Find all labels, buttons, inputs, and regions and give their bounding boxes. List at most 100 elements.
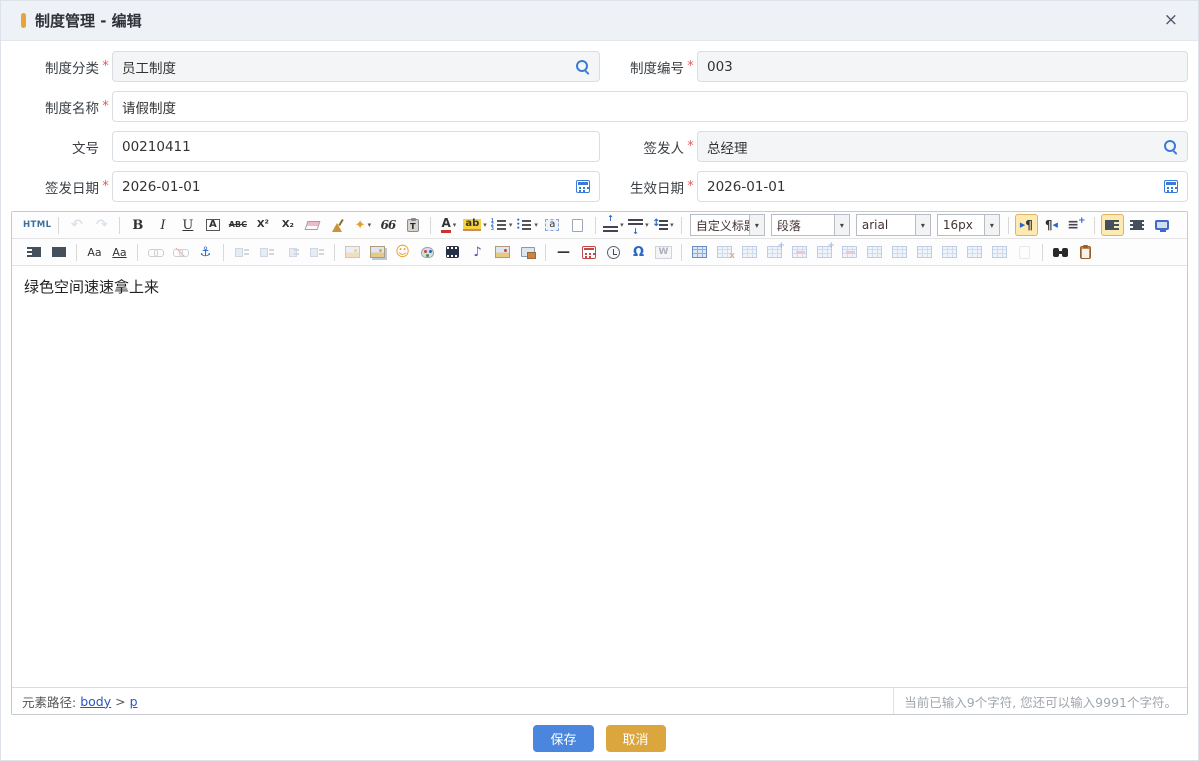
toolbar-separator	[681, 217, 682, 234]
effective-date-input[interactable]	[707, 179, 1158, 195]
save-button[interactable]: 保存	[533, 725, 593, 752]
toolbar-bold-button[interactable]: B	[126, 214, 149, 236]
toolbar-separator	[1008, 217, 1009, 234]
path-link-p[interactable]: p	[130, 694, 138, 709]
insert-time-icon	[607, 246, 620, 259]
toolbar-align-left-button[interactable]	[1101, 214, 1124, 236]
toolbar-insert-flash-button[interactable]	[491, 241, 514, 263]
toolbar-ordered-list-button[interactable]: ▾	[490, 214, 514, 236]
toolbar-align-center-button[interactable]	[1126, 214, 1149, 236]
calendar-icon[interactable]	[576, 180, 590, 193]
category-input[interactable]	[122, 59, 569, 75]
toolbar-special-char-button[interactable]: Ω	[627, 241, 650, 263]
toolbar-strikethrough-button[interactable]: ABC	[226, 214, 249, 236]
toolbar-remove-format-button[interactable]	[301, 214, 324, 236]
issuer-input[interactable]	[707, 139, 1157, 155]
special-char-icon: Ω	[633, 246, 644, 259]
toolbar-emoticons-button[interactable]: ☺	[391, 241, 414, 263]
toolbar-indent-button[interactable]	[1065, 214, 1088, 236]
toolbar-unordered-list-button[interactable]: ▾	[515, 214, 539, 236]
toolbar-cell-properties-button	[738, 241, 761, 263]
dialog-header: 制度管理 - 编辑 ×	[1, 1, 1198, 41]
toolbar-multi-image-button[interactable]	[366, 241, 389, 263]
toolbar-remote-media-button[interactable]	[516, 241, 539, 263]
toolbar-blockquote-button[interactable]: 66	[376, 214, 399, 236]
doc-no-input[interactable]	[122, 139, 590, 155]
toolbar-highlight-color-button[interactable]: ab▾	[462, 214, 487, 236]
toolbar-paint-button[interactable]	[416, 241, 439, 263]
toolbar-fullscreen-button[interactable]	[1151, 214, 1174, 236]
toolbar-insert-table-button[interactable]	[688, 241, 711, 263]
search-icon[interactable]	[575, 59, 590, 74]
insert-table-icon	[692, 246, 707, 258]
font-size-select[interactable]: 16px▾	[937, 214, 1000, 236]
emoticons-icon: ☺	[395, 245, 410, 259]
toolbar-paste-board-button[interactable]	[1074, 241, 1097, 263]
toolbar-line-height-button[interactable]: ▾	[652, 214, 675, 236]
toolbar-left-to-right-button[interactable]	[1015, 214, 1038, 236]
toolbar-right-to-left-button[interactable]	[1040, 214, 1063, 236]
bold-icon: B	[132, 219, 143, 232]
toolbar-align-right-button[interactable]	[22, 241, 45, 263]
line-height-icon	[653, 219, 668, 232]
font-family-select[interactable]: arial▾	[856, 214, 931, 236]
toolbar-redo-button: ↷	[90, 214, 113, 236]
search-icon[interactable]	[1163, 139, 1178, 154]
toolbar-to-uppercase-button[interactable]: Aa	[83, 241, 106, 263]
toolbar-separator	[595, 217, 596, 234]
chevron-down-icon: ▾	[915, 215, 930, 235]
toolbar-paragraph-space-top-button[interactable]: ▾	[602, 214, 625, 236]
toolbar-separator	[76, 244, 77, 261]
paragraph-format-select[interactable]: 段落▾	[771, 214, 850, 236]
cancel-button[interactable]: 取消	[606, 725, 666, 752]
toolbar-horizontal-rule-button[interactable]: —	[552, 241, 575, 263]
toolbar-underline-button[interactable]: U	[176, 214, 199, 236]
toolbar-insert-time-button[interactable]	[602, 241, 625, 263]
toolbar-to-lowercase-button[interactable]: Aa	[108, 241, 131, 263]
toolbar-unlink-button	[169, 241, 192, 263]
toolbar-subscript-button[interactable]: X₂	[276, 214, 299, 236]
toolbar-superscript-button[interactable]: X²	[251, 214, 274, 236]
calendar-icon[interactable]	[1164, 180, 1178, 193]
toolbar-separator	[430, 217, 431, 234]
font-color-icon: A	[441, 217, 450, 233]
toolbar-insert-video-button[interactable]	[441, 241, 464, 263]
toolbar-word-paste-button: W	[652, 241, 675, 263]
toolbar-insert-audio-button[interactable]: ♪	[466, 241, 489, 263]
toolbar-paste-as-text-button[interactable]: T	[401, 214, 424, 236]
code-input[interactable]	[707, 59, 1178, 75]
toolbar-quick-format-button[interactable]	[326, 214, 349, 236]
toolbar-paragraph-space-bottom-button[interactable]: ▾	[627, 214, 650, 236]
multi-image-icon	[370, 246, 385, 258]
toolbar-blank-doc-button[interactable]	[566, 214, 589, 236]
toolbar-separator	[223, 244, 224, 261]
merge-cells-icon	[792, 246, 807, 258]
issuer-label: 签发人	[610, 137, 684, 157]
toolbar-font-color-button[interactable]: A▾	[437, 214, 460, 236]
path-separator: >	[115, 694, 125, 709]
toolbar-border-style-button[interactable]: A	[201, 214, 224, 236]
path-link-body[interactable]: body	[80, 694, 111, 709]
toolbar-italic-button[interactable]: I	[151, 214, 174, 236]
toolbar-find-replace-button[interactable]	[1049, 241, 1072, 263]
editor-content[interactable]: 绿色空间速速拿上来	[12, 266, 1187, 687]
toolbar-inline-code-button[interactable]: a	[541, 214, 564, 236]
toolbar-insert-date-button[interactable]	[577, 241, 600, 263]
toolbar-table-properties-button	[938, 241, 961, 263]
toolbar-separator	[58, 217, 59, 234]
toolbar-anchor-button[interactable]: ⚓	[194, 241, 217, 263]
doc-no-label: 文号	[11, 137, 99, 157]
field-issue-date: 签发日期 *	[11, 171, 600, 202]
field-code: 制度编号 *	[610, 51, 1188, 82]
close-icon[interactable]: ×	[1164, 12, 1178, 29]
toolbar-insert-image-button[interactable]	[341, 241, 364, 263]
toolbar-align-justify-button[interactable]	[47, 241, 70, 263]
toolbar-img-align-right-button	[280, 241, 303, 263]
toolbar-auto-typeset-button[interactable]: ✦▾	[351, 214, 374, 236]
custom-heading-select[interactable]: 自定义标题▾	[690, 214, 765, 236]
toolbar-source-code-button[interactable]: HTML	[22, 214, 52, 236]
issue-date-input[interactable]	[122, 179, 570, 195]
name-input[interactable]	[122, 99, 1178, 115]
toolbar-link-button	[144, 241, 167, 263]
right-to-left-icon	[1045, 219, 1058, 231]
